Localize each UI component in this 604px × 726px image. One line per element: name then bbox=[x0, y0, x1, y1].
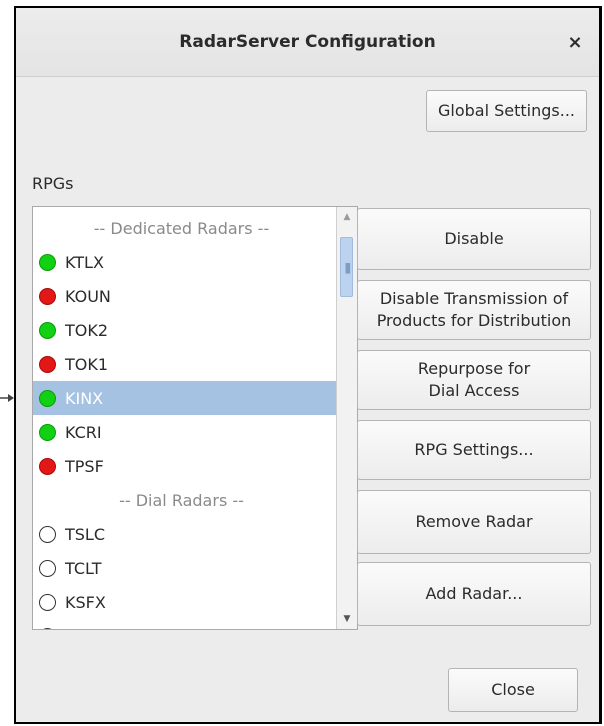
status-green-icon bbox=[39, 253, 56, 271]
list-scrollbar[interactable]: ▲ ■ ■ ■ ▼ bbox=[336, 207, 357, 629]
rpg-list[interactable]: -- Dedicated Radars -- KTLX KOUN TOK2 TOK1 KI… bbox=[32, 206, 358, 630]
pointer-arrow-icon bbox=[0, 394, 14, 402]
radar-label: TPSF bbox=[65, 456, 104, 476]
radar-label: KCRI bbox=[65, 422, 102, 442]
close-button[interactable]: Close bbox=[448, 668, 578, 712]
close-icon[interactable]: × bbox=[565, 32, 585, 53]
list-item[interactable]: TCLT bbox=[33, 551, 336, 585]
title-bar: RadarServer Configuration × bbox=[16, 8, 599, 77]
rpg-settings-button[interactable]: RPG Settings... bbox=[357, 420, 591, 480]
radar-label: TOK1 bbox=[65, 354, 109, 374]
remove-radar-button[interactable]: Remove Radar bbox=[357, 490, 591, 554]
radar-label: KTLX bbox=[65, 252, 104, 272]
section-label: -- Dial Radars -- bbox=[119, 490, 244, 510]
radar-label: TOK2 bbox=[65, 320, 109, 340]
list-item[interactable]: KTLX bbox=[33, 245, 336, 279]
radar-label: TSLC bbox=[65, 524, 106, 544]
list-item[interactable]: KSFX bbox=[33, 585, 336, 619]
add-radar-button[interactable]: Add Radar... bbox=[357, 562, 591, 626]
list-item[interactable]: KCRI bbox=[33, 415, 336, 449]
list-item[interactable]: TOK2 bbox=[33, 313, 336, 347]
disable-button[interactable]: Disable bbox=[357, 208, 591, 270]
list-item[interactable]: KOUN bbox=[33, 279, 336, 313]
scroll-down-icon[interactable]: ▼ bbox=[337, 609, 357, 629]
list-item[interactable] bbox=[33, 619, 336, 629]
status-green-icon bbox=[39, 389, 56, 407]
radar-label: KINX bbox=[65, 388, 104, 408]
list-section-header: -- Dedicated Radars -- bbox=[33, 211, 336, 245]
status-red-icon bbox=[39, 457, 56, 475]
status-empty-icon bbox=[39, 525, 56, 543]
status-empty-icon bbox=[39, 559, 56, 577]
list-item[interactable]: KINX bbox=[33, 381, 336, 415]
scroll-up-icon[interactable]: ▲ bbox=[337, 207, 357, 227]
radar-label: KSFX bbox=[65, 592, 106, 612]
radar-label: KOUN bbox=[65, 286, 111, 306]
scrollbar-thumb[interactable]: ■ ■ ■ bbox=[340, 237, 353, 297]
repurpose-dial-access-button[interactable]: Repurpose for Dial Access bbox=[357, 350, 591, 410]
list-item[interactable]: TPSF bbox=[33, 449, 336, 483]
rpgs-label: RPGs bbox=[32, 174, 74, 193]
radar-label: TCLT bbox=[65, 558, 102, 578]
status-red-icon bbox=[39, 355, 56, 373]
list-section-header: -- Dial Radars -- bbox=[33, 483, 336, 517]
global-settings-button[interactable]: Global Settings... bbox=[426, 90, 587, 132]
list-item[interactable]: TSLC bbox=[33, 517, 336, 551]
window-title: RadarServer Configuration bbox=[179, 32, 436, 52]
status-empty-icon bbox=[39, 627, 56, 629]
status-red-icon bbox=[39, 287, 56, 305]
disable-transmission-button[interactable]: Disable Transmission of Products for Dis… bbox=[357, 280, 591, 340]
status-empty-icon bbox=[39, 593, 56, 611]
grip-icon: ■ ■ ■ bbox=[345, 262, 351, 275]
list-item[interactable]: TOK1 bbox=[33, 347, 336, 381]
radarserver-config-dialog: RadarServer Configuration × Global Setti… bbox=[14, 6, 602, 724]
rpg-list-items: -- Dedicated Radars -- KTLX KOUN TOK2 TOK1 KI… bbox=[33, 211, 336, 629]
section-label: -- Dedicated Radars -- bbox=[93, 218, 270, 238]
status-green-icon bbox=[39, 321, 56, 339]
status-green-icon bbox=[39, 423, 56, 441]
